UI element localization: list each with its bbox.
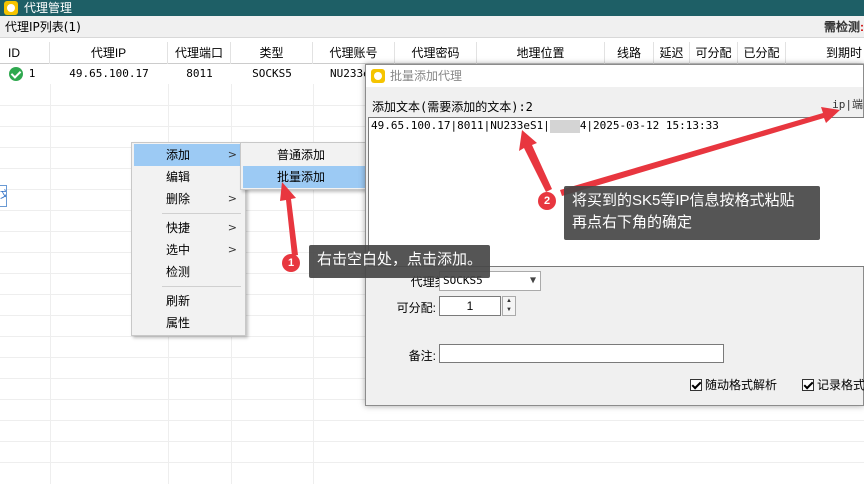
col-header-latency[interactable]: 延迟: [654, 42, 690, 64]
list-toolbar: 代理IP列表(1) 需检测:: [0, 16, 864, 38]
add-submenu: 普通添加 批量添加: [240, 142, 378, 190]
step2-badge: 2: [538, 192, 556, 210]
arrow-step1: [280, 182, 298, 256]
col-header-type[interactable]: 类型: [231, 42, 313, 64]
parse-checkbox-label: 随动格式解析: [705, 378, 778, 392]
menu-item-label: 编辑: [166, 170, 191, 184]
col-header-ip[interactable]: 代理IP: [50, 42, 168, 64]
format-hint[interactable]: ip|端: [832, 96, 863, 112]
step2-line2: 再点右下角的确定: [572, 214, 693, 231]
menu-item-refresh[interactable]: 刷新: [134, 290, 243, 312]
checkbox-checked-icon[interactable]: [690, 379, 702, 391]
cell-account: NU233e: [330, 67, 365, 80]
col-header-account[interactable]: 代理账号: [313, 42, 395, 64]
menu-item-select[interactable]: 选中 >: [134, 239, 243, 261]
parse-checkbox[interactable]: 随动格式解析: [690, 378, 777, 392]
grid-line: [0, 462, 864, 463]
detect-colon: :: [860, 20, 864, 34]
checkbox-checked-icon[interactable]: [802, 379, 814, 391]
text-line-suffix: 4|2025-03-12 15:13:33: [579, 119, 719, 132]
window-title: 代理管理: [24, 1, 73, 15]
menu-separator: [162, 286, 241, 287]
side-panel-tab[interactable]: 文: [0, 185, 7, 207]
detect-status[interactable]: 需检测:: [824, 16, 864, 38]
stepper-up-icon[interactable]: ▲: [503, 297, 515, 306]
col-header-location[interactable]: 地理位置: [477, 42, 605, 64]
menu-item-label: 快捷: [166, 221, 191, 235]
assignable-stepper[interactable]: ▲ ▼: [502, 296, 516, 316]
submenu-arrow-icon: >: [227, 192, 237, 205]
record-checkbox-label: 记录格式: [817, 378, 864, 392]
menu-item-label: 刷新: [166, 294, 191, 308]
menu-item-label: 删除: [166, 192, 191, 206]
menu-item-delete[interactable]: 删除 >: [134, 188, 243, 210]
chevron-down-icon: ▼: [529, 275, 536, 286]
context-menu: 添加 > 编辑 删除 > 快捷 > 选中 > 检测 刷新 属性: [131, 142, 246, 336]
col-header-id[interactable]: ID: [0, 42, 50, 64]
proxy-list-title: 代理IP列表(1): [5, 20, 81, 34]
assignable-input[interactable]: 1: [439, 296, 501, 316]
col-header-assignable[interactable]: 可分配: [690, 42, 738, 64]
step2-callout: 将买到的SK5等IP信息按格式粘贴 再点右下角的确定: [564, 186, 820, 240]
redacted-password: [549, 119, 580, 133]
app-logo-icon: [371, 69, 385, 83]
menu-item-label: 选中: [166, 243, 191, 257]
note-label: 备注:: [408, 349, 436, 363]
status-ok-icon: [9, 67, 23, 81]
app-logo-icon: [4, 1, 18, 15]
detect-label: 需检测: [823, 20, 860, 34]
col-header-assigned[interactable]: 已分配: [738, 42, 786, 64]
step1-badge: 1: [282, 254, 300, 272]
menu-item-label: 批量添加: [277, 170, 326, 184]
dialog-title-bar[interactable]: 批量添加代理: [366, 65, 863, 87]
menu-item-normal-add[interactable]: 普通添加: [243, 144, 375, 166]
cell-ip: 49.65.100.17: [69, 67, 149, 80]
menu-item-add[interactable]: 添加 >: [134, 144, 243, 166]
cell-port: 8011: [186, 67, 213, 80]
submenu-arrow-icon: >: [227, 221, 237, 234]
menu-item-label: 普通添加: [277, 148, 326, 162]
menu-item-edit[interactable]: 编辑: [134, 166, 243, 188]
col-header-port[interactable]: 代理端口: [168, 42, 231, 64]
assignable-label: 可分配:: [396, 301, 436, 315]
step1-callout: 右击空白处，点击添加。: [309, 245, 491, 278]
col-header-route[interactable]: 线路: [605, 42, 654, 64]
dialog-title: 批量添加代理: [390, 69, 463, 83]
note-input[interactable]: [439, 344, 724, 363]
cell-type: SOCKS5: [252, 67, 292, 80]
grid-line: [0, 420, 864, 421]
submenu-arrow-icon: >: [227, 243, 237, 256]
menu-item-label: 属性: [166, 316, 191, 330]
menu-item-batch-add[interactable]: 批量添加: [243, 166, 375, 188]
cell-id: 1: [28, 67, 36, 80]
stepper-down-icon[interactable]: ▼: [503, 306, 515, 315]
menu-item-label: 检测: [166, 265, 191, 279]
text-area-label: 添加文本(需要添加的文本):2: [372, 100, 533, 114]
step2-line1: 将买到的SK5等IP信息按格式粘贴: [572, 192, 795, 209]
table-header: ID 代理IP 代理端口 类型 代理账号 代理密码 地理位置 线路 延迟 可分配…: [0, 42, 864, 64]
title-bar: 代理管理: [0, 0, 864, 16]
grid-line: [50, 84, 51, 484]
col-header-password[interactable]: 代理密码: [395, 42, 477, 64]
grid-line: [0, 441, 864, 442]
menu-item-shortcut[interactable]: 快捷 >: [134, 217, 243, 239]
text-line-prefix: 49.65.100.17|8011|NU233eS1|: [371, 119, 550, 132]
menu-item-check[interactable]: 检测: [134, 261, 243, 283]
menu-separator: [162, 213, 241, 214]
col-header-expiry[interactable]: 到期时: [786, 42, 864, 64]
submenu-arrow-icon: >: [227, 148, 237, 161]
record-checkbox[interactable]: 记录格式: [802, 378, 864, 392]
menu-item-properties[interactable]: 属性: [134, 312, 243, 334]
menu-item-label: 添加: [166, 148, 191, 162]
